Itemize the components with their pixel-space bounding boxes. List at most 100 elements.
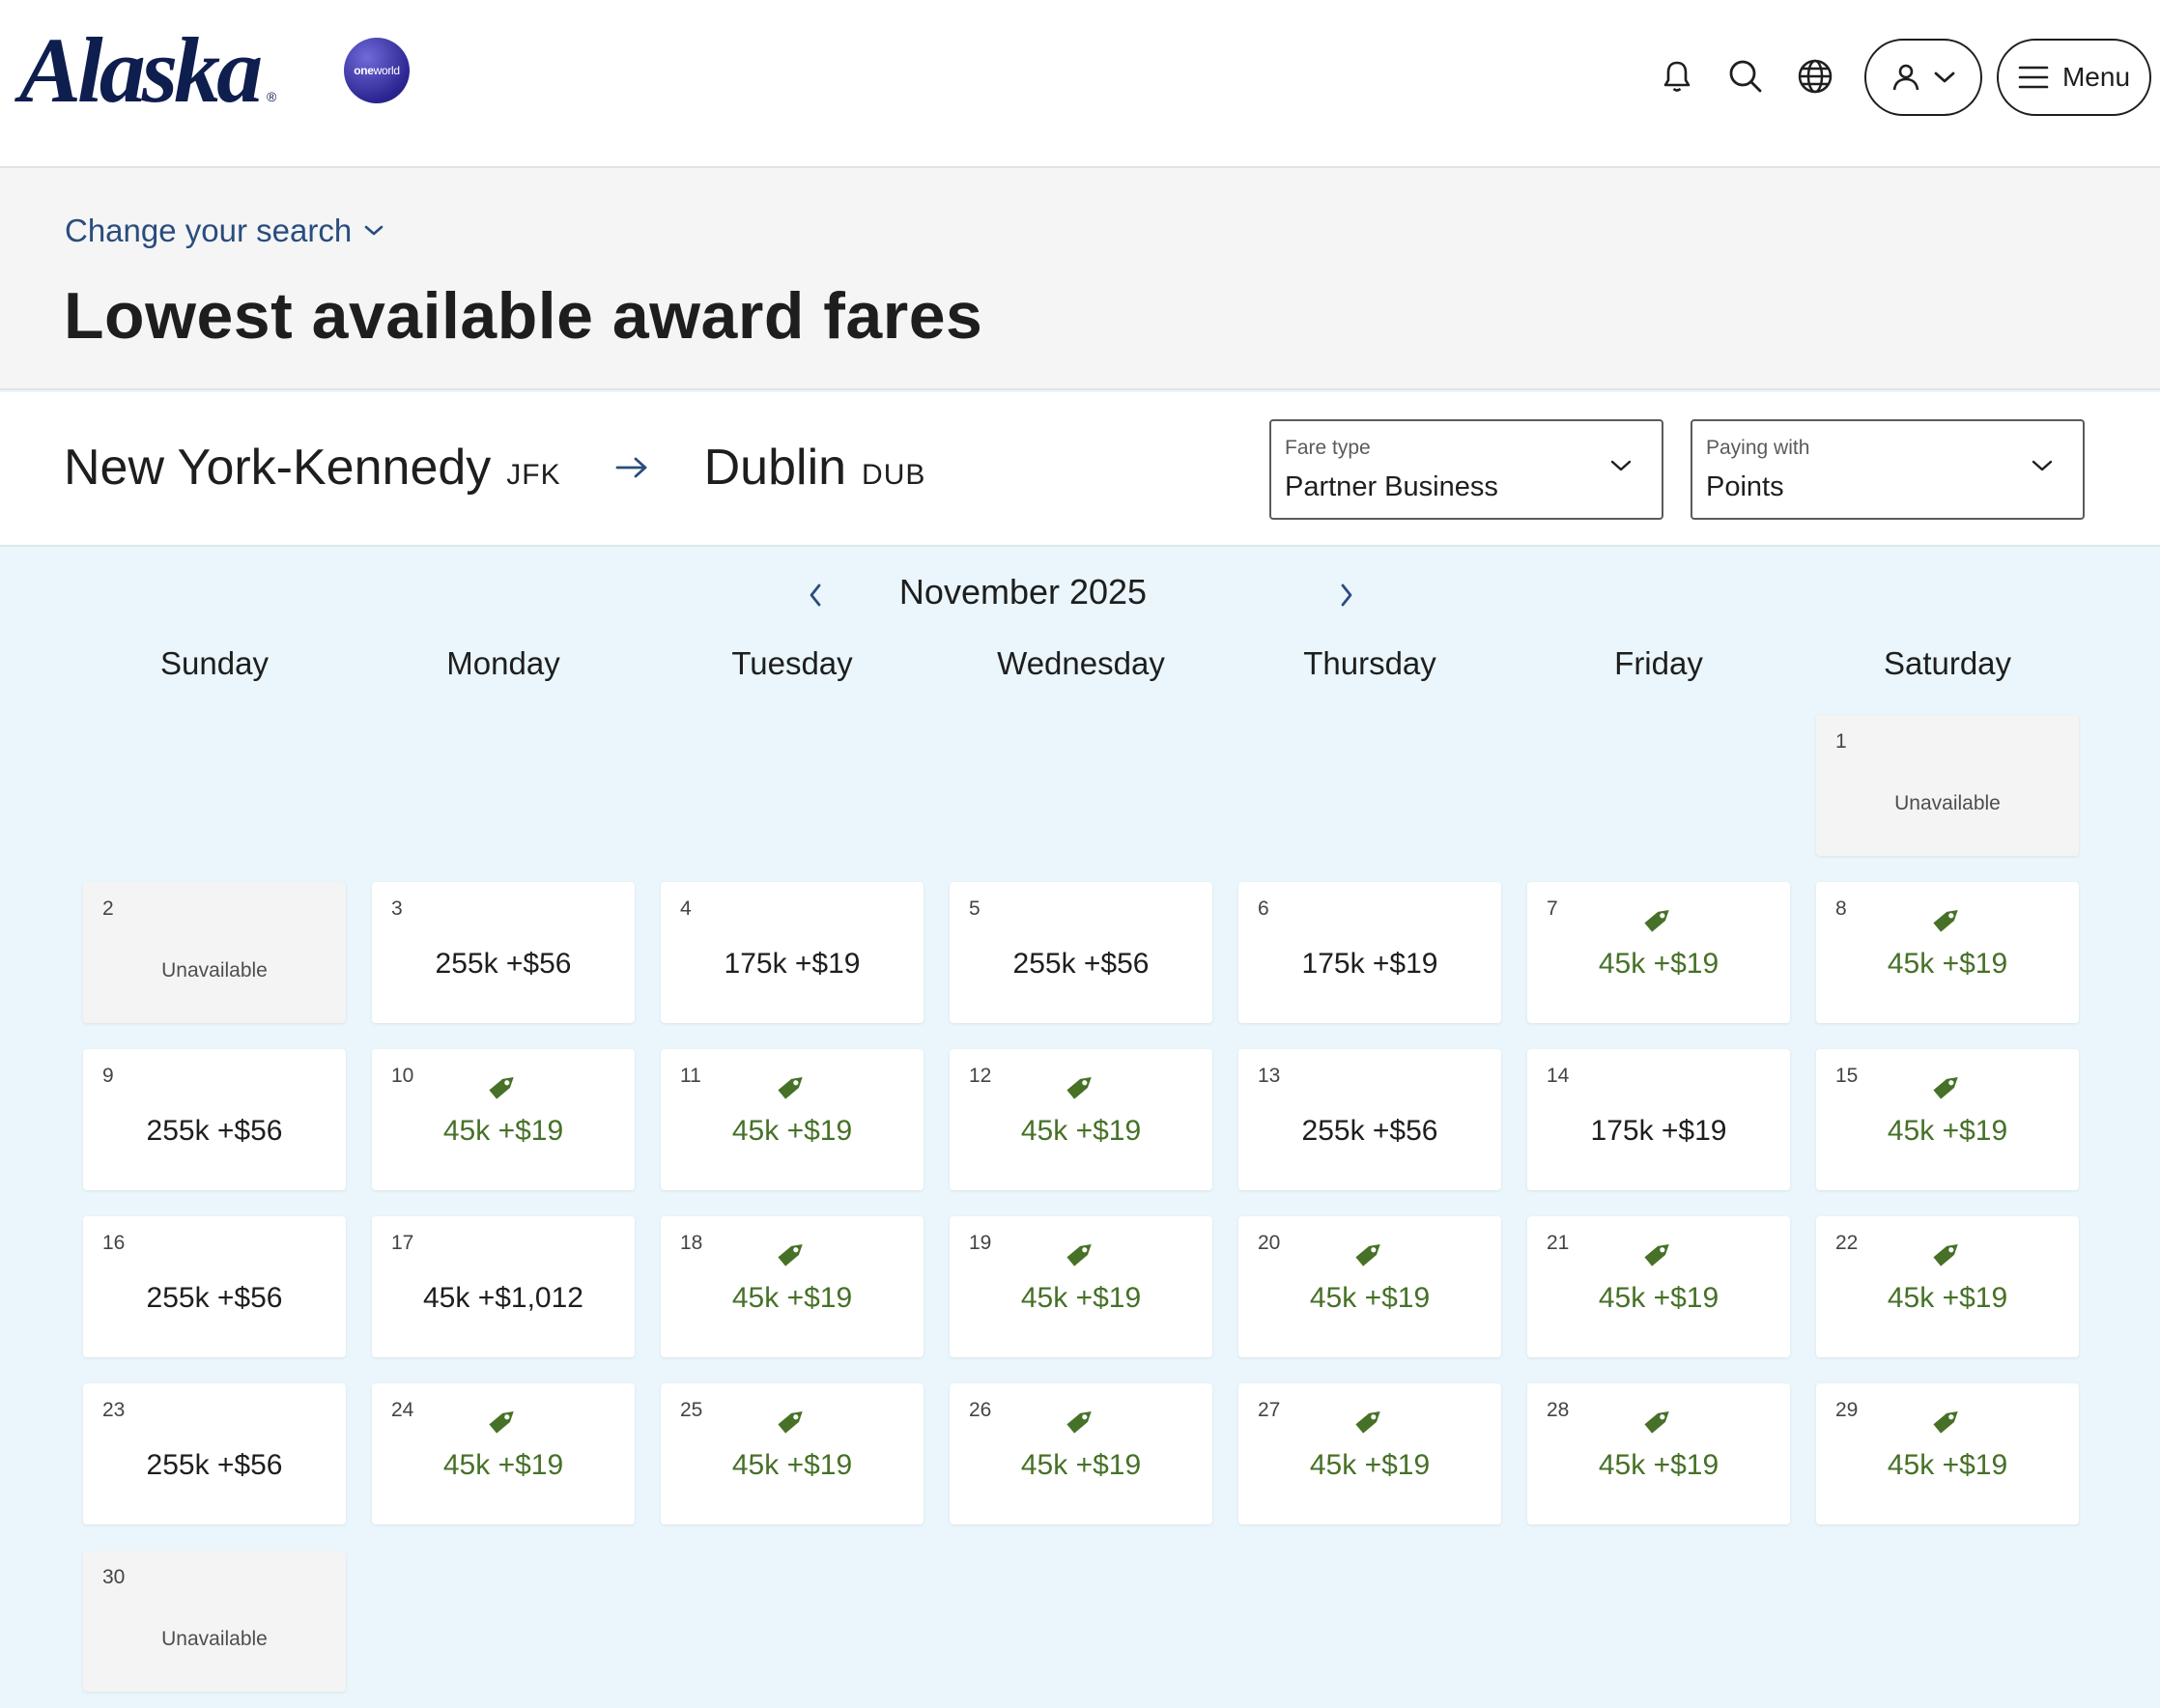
calendar-day-27[interactable]: 27 45k +$19	[1238, 1383, 1501, 1524]
day-number: 20	[1258, 1232, 1281, 1254]
day-number: 9	[102, 1065, 114, 1087]
day-number: 5	[969, 897, 981, 920]
bell-icon[interactable]	[1655, 54, 1699, 99]
calendar-day-8[interactable]: 8 45k +$19	[1816, 882, 2079, 1023]
calendar-day-25[interactable]: 25 45k +$19	[661, 1383, 924, 1524]
calendar-day-24[interactable]: 24 45k +$19	[372, 1383, 635, 1524]
calendar-day-22[interactable]: 22 45k +$19	[1816, 1216, 2079, 1357]
fare-price: 45k +$19	[1020, 1449, 1142, 1481]
calendar-day-15[interactable]: 15 45k +$19	[1816, 1049, 2079, 1190]
calendar-day-21[interactable]: 21 45k +$19	[1527, 1216, 1790, 1357]
paying-with-label: Paying with	[1706, 437, 1810, 459]
calendar-day-28[interactable]: 28 45k +$19	[1527, 1383, 1790, 1524]
previous-month-button[interactable]	[798, 578, 833, 612]
month-navigation: November 2025	[0, 572, 2160, 620]
calendar-grid: 1 Unavailable 2 Unavailable 3 255k +$56 4 175k …	[83, 715, 2079, 1692]
fare-type-select[interactable]: Fare type Partner Business	[1269, 419, 1663, 520]
calendar-day-13[interactable]: 13 255k +$56	[1238, 1049, 1501, 1190]
destination-code: DUB	[862, 459, 926, 491]
day-number: 10	[391, 1065, 414, 1087]
fare-price: 45k +$19	[731, 1115, 853, 1147]
chevron-down-icon	[2032, 460, 2053, 471]
calendar-empty-cell	[661, 715, 924, 856]
next-month-button[interactable]	[1329, 578, 1364, 612]
calendar-day-14[interactable]: 14 175k +$19	[1527, 1049, 1790, 1190]
day-number: 25	[680, 1399, 703, 1421]
calendar-day-23[interactable]: 23 255k +$56	[83, 1383, 346, 1524]
fare-price: 45k +$19	[1020, 1282, 1142, 1314]
search-summary: Change your search Lowest available awar…	[0, 168, 2160, 390]
price-tag-icon	[1930, 1236, 1965, 1270]
calendar-empty-cell	[372, 715, 635, 856]
fare-type-label: Fare type	[1285, 437, 1371, 459]
fare-price: 255k +$56	[435, 948, 572, 980]
price-tag-icon	[1064, 1068, 1098, 1103]
fare-price: 255k +$56	[1301, 1115, 1438, 1147]
weekday-saturday: Saturday	[1883, 645, 2012, 681]
day-number: 26	[969, 1399, 992, 1421]
calendar-day-26[interactable]: 26 45k +$19	[950, 1383, 1212, 1524]
day-number: 21	[1547, 1232, 1570, 1254]
hamburger-icon	[2018, 66, 2049, 89]
price-tag-icon	[1064, 1236, 1098, 1270]
fare-price: 175k +$19	[1590, 1115, 1727, 1147]
price-tag-icon	[775, 1403, 810, 1438]
chevron-down-icon	[1934, 71, 1955, 83]
day-number: 6	[1258, 897, 1269, 920]
day-number: 30	[102, 1566, 126, 1588]
calendar-day-10[interactable]: 10 45k +$19	[372, 1049, 635, 1190]
weekday-wednesday: Wednesday	[997, 645, 1165, 681]
calendar-day-16[interactable]: 16 255k +$56	[83, 1216, 346, 1357]
calendar-day-17[interactable]: 17 45k +$1,012	[372, 1216, 635, 1357]
fare-price: 45k +$19	[1887, 948, 2008, 980]
destination-city: Dublin	[703, 440, 847, 496]
calendar-day-29[interactable]: 29 45k +$19	[1816, 1383, 2079, 1524]
day-number: 24	[391, 1399, 414, 1421]
fare-type-value: Partner Business	[1285, 471, 1498, 502]
alaska-logo[interactable]: Alaska ®	[19, 24, 280, 117]
calendar-day-5[interactable]: 5 255k +$56	[950, 882, 1212, 1023]
day-number: 2	[102, 897, 114, 920]
calendar-day-6[interactable]: 6 175k +$19	[1238, 882, 1501, 1023]
day-number: 16	[102, 1232, 126, 1254]
calendar-day-30: 30 Unavailable	[83, 1551, 346, 1692]
calendar-day-3[interactable]: 3 255k +$56	[372, 882, 635, 1023]
fare-price: 45k +$1,012	[423, 1282, 583, 1314]
fare-price: 255k +$56	[146, 1115, 283, 1147]
calendar-day-4[interactable]: 4 175k +$19	[661, 882, 924, 1023]
day-number: 3	[391, 897, 403, 920]
day-number: 11	[680, 1065, 701, 1087]
weekday-friday: Friday	[1614, 645, 1703, 681]
calendar-day-11[interactable]: 11 45k +$19	[661, 1049, 924, 1190]
search-icon[interactable]	[1723, 54, 1768, 99]
calendar-day-19[interactable]: 19 45k +$19	[950, 1216, 1212, 1357]
paying-with-select[interactable]: Paying with Points	[1691, 419, 2085, 520]
fare-price: 255k +$56	[146, 1282, 283, 1314]
fare-price: 45k +$19	[1887, 1282, 2008, 1314]
calendar-day-12[interactable]: 12 45k +$19	[950, 1049, 1212, 1190]
chevron-down-icon	[1610, 460, 1632, 471]
oneworld-one-text: one	[354, 64, 374, 77]
day-number: 19	[969, 1232, 992, 1254]
change-search-link[interactable]: Change your search	[65, 213, 384, 249]
day-number: 7	[1547, 897, 1558, 920]
fare-price: 45k +$19	[1020, 1115, 1142, 1147]
calendar-empty-cell	[83, 715, 346, 856]
fare-price: 45k +$19	[1309, 1449, 1431, 1481]
fare-price: 45k +$19	[1598, 948, 1719, 980]
calendar-day-20[interactable]: 20 45k +$19	[1238, 1216, 1501, 1357]
weekday-monday: Monday	[446, 645, 560, 681]
calendar-day-7[interactable]: 7 45k +$19	[1527, 882, 1790, 1023]
day-number: 4	[680, 897, 692, 920]
globe-icon[interactable]	[1793, 54, 1837, 99]
calendar-day-18[interactable]: 18 45k +$19	[661, 1216, 924, 1357]
price-tag-icon	[1352, 1403, 1387, 1438]
day-number: 8	[1835, 897, 1847, 920]
user-icon	[1892, 64, 1919, 91]
chevron-down-icon	[364, 225, 384, 236]
price-tag-icon	[775, 1068, 810, 1103]
account-button[interactable]	[1864, 39, 1982, 116]
calendar-day-9[interactable]: 9 255k +$56	[83, 1049, 346, 1190]
logo-registered-mark: ®	[267, 89, 277, 104]
menu-button[interactable]: Menu	[1997, 39, 2151, 116]
